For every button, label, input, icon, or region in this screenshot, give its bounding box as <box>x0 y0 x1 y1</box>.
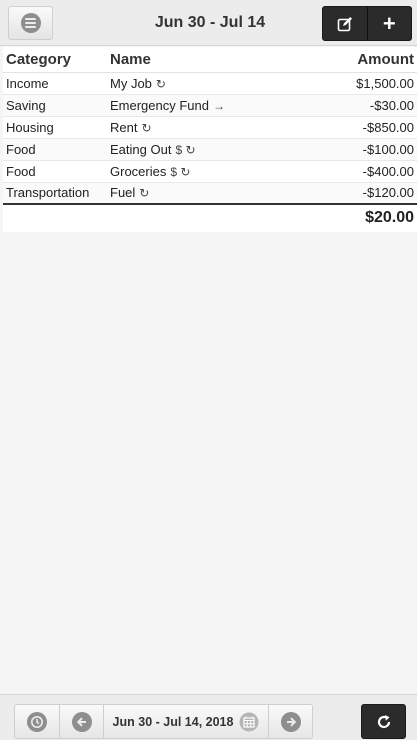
menu-icon <box>20 13 41 33</box>
row-amount: -$850.00 <box>287 116 417 139</box>
row-amount: -$400.00 <box>287 160 417 183</box>
edit-icon <box>337 16 352 31</box>
row-amount: -$30.00 <box>287 94 417 117</box>
table-row[interactable]: Food Eating Out $ ↻ -$100.00 <box>3 138 417 161</box>
budget-recurring-icon: $ ↻ <box>170 164 191 179</box>
total-row: $20.00 <box>3 203 417 230</box>
budget-recurring-icon: $ ↻ <box>175 142 196 157</box>
row-category: Food <box>3 138 107 161</box>
header-category[interactable]: Category <box>3 47 107 73</box>
total-amount: $20.00 <box>3 203 417 230</box>
header-name[interactable]: Name <box>107 47 287 73</box>
table-row[interactable]: Food Groceries $ ↻ -$400.00 <box>3 160 417 183</box>
table-row[interactable]: Income My Job ↻ $1,500.00 <box>3 72 417 95</box>
row-category: Housing <box>3 116 107 139</box>
menu-button[interactable] <box>8 6 53 40</box>
recurring-icon: ↻ <box>141 120 152 135</box>
row-amount: -$100.00 <box>287 138 417 161</box>
recurring-icon: ↻ <box>139 186 150 201</box>
row-amount: $1,500.00 <box>287 72 417 95</box>
row-category: Saving <box>3 94 107 117</box>
row-category: Transportation <box>3 182 107 205</box>
row-name: Eating Out $ ↻ <box>107 138 287 161</box>
row-name: Emergency Fund → <box>107 94 287 117</box>
arrow-left-icon <box>71 711 92 732</box>
top-toolbar: Jun 30 - Jul 14 + <box>0 0 417 46</box>
budget-table: Category Name Amount Income My Job ↻ $1,5… <box>3 47 417 230</box>
date-navigation-group: Jun 30 - Jul 14, 2018 <box>14 704 313 739</box>
add-button[interactable]: + <box>366 7 412 40</box>
action-button-group: + <box>322 6 412 41</box>
row-amount: -$120.00 <box>287 182 417 205</box>
row-name: Rent ↻ <box>107 116 287 139</box>
history-button[interactable] <box>15 705 59 738</box>
table-row[interactable]: Transportation Fuel ↻ -$120.00 <box>3 182 417 205</box>
date-range-selector[interactable]: Jun 30 - Jul 14, 2018 <box>103 705 268 738</box>
refresh-button[interactable] <box>361 704 406 739</box>
calendar-icon <box>239 712 259 731</box>
row-name: My Job ↻ <box>107 72 287 95</box>
recurring-icon: ↻ <box>155 76 166 91</box>
refresh-icon <box>377 714 390 728</box>
row-name: Groceries $ ↻ <box>107 160 287 183</box>
date-range-label: Jun 30 - Jul 14, 2018 <box>112 714 234 729</box>
edit-button[interactable] <box>323 7 367 40</box>
header-amount[interactable]: Amount <box>287 47 417 73</box>
arrow-right-icon <box>280 711 301 732</box>
page-title: Jun 30 - Jul 14 <box>154 14 266 31</box>
table-row[interactable]: Housing Rent ↻ -$850.00 <box>3 116 417 139</box>
table-header-row: Category Name Amount <box>3 47 417 73</box>
plus-icon: + <box>382 10 396 36</box>
row-name: Fuel ↻ <box>107 182 287 205</box>
clock-icon <box>27 711 47 732</box>
previous-period-button[interactable] <box>59 705 103 738</box>
row-category: Income <box>3 72 107 95</box>
next-period-button[interactable] <box>268 705 312 738</box>
bottom-toolbar: Jun 30 - Jul 14, 2018 <box>0 694 417 740</box>
budget-table-panel: Category Name Amount Income My Job ↻ $1,5… <box>3 47 417 232</box>
row-category: Food <box>3 160 107 183</box>
table-row[interactable]: Saving Emergency Fund → -$30.00 <box>3 94 417 117</box>
transfer-arrow-icon: → <box>213 98 225 113</box>
